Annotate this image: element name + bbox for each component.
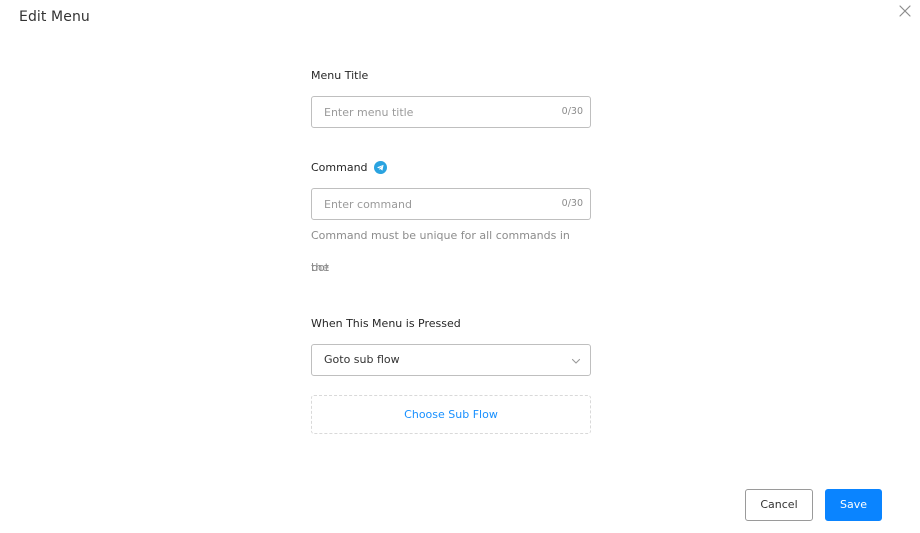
command-label-row: Command <box>311 161 387 174</box>
on-press-label: When This Menu is Pressed <box>311 317 461 330</box>
menu-title-counter: 0/30 <box>561 106 583 117</box>
command-field[interactable]: 0/30 <box>311 188 591 220</box>
command-input[interactable] <box>312 189 552 219</box>
command-label: Command <box>311 161 368 174</box>
on-press-selected-value: Goto sub flow <box>324 353 400 366</box>
telegram-icon <box>373 161 387 174</box>
cancel-button[interactable]: Cancel <box>745 489 813 521</box>
edit-menu-dialog: Edit Menu Menu Title 0/30 Command 0/30 C… <box>0 0 920 533</box>
chevron-down-icon <box>570 355 582 367</box>
command-help-text-line2: bot <box>311 261 330 274</box>
choose-sub-flow-button[interactable]: Choose Sub Flow <box>311 395 591 434</box>
menu-title-field[interactable]: 0/30 <box>311 96 591 128</box>
dialog-title: Edit Menu <box>19 9 90 25</box>
save-button[interactable]: Save <box>825 489 882 521</box>
close-icon[interactable] <box>897 3 913 19</box>
on-press-select[interactable]: Goto sub flow <box>311 344 591 376</box>
menu-title-label: Menu Title <box>311 69 369 82</box>
menu-title-input[interactable] <box>312 97 552 127</box>
command-counter: 0/30 <box>561 198 583 209</box>
